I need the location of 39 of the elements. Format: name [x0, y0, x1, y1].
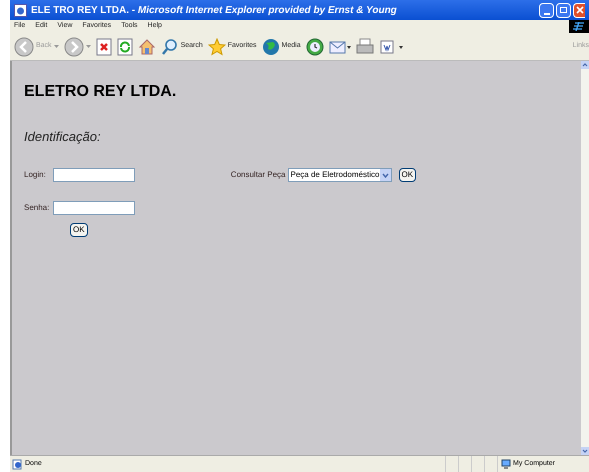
query-ok-button[interactable]: OK [398, 168, 416, 182]
scroll-up-icon[interactable] [581, 61, 589, 69]
stop-button[interactable] [96, 38, 112, 56]
print-button[interactable] [356, 38, 374, 56]
printer-icon [356, 38, 374, 56]
stop-icon [96, 38, 112, 56]
document-icon [378, 38, 405, 56]
search-icon [160, 38, 179, 56]
minimize-button[interactable] [539, 2, 554, 18]
login-ok-button[interactable]: OK [70, 222, 88, 236]
history-button[interactable] [306, 38, 324, 56]
password-field[interactable] [53, 200, 136, 214]
section-heading: Identificação: [24, 128, 102, 146]
query-label: Consultar Peça [230, 168, 286, 180]
password-label: Senha: [24, 202, 50, 214]
login-label: Login: [24, 168, 46, 180]
brand-logo [569, 20, 589, 33]
edit-button[interactable] [378, 38, 405, 56]
page-icon [12, 458, 23, 470]
computer-icon [501, 458, 511, 470]
close-button[interactable] [573, 2, 585, 18]
caret-icon [54, 45, 59, 48]
close-icon [576, 6, 584, 14]
scroll-down-icon[interactable] [581, 447, 589, 455]
login-field[interactable] [52, 168, 135, 182]
browser-icon [14, 4, 27, 16]
home-icon [138, 38, 156, 56]
caret-icon [86, 45, 91, 48]
part-dropdown[interactable]: Peça de Eletrodoméstico [288, 168, 392, 182]
home-button[interactable] [138, 38, 156, 56]
window-title: ELE TRO REY LTDA. - Microsoft Internet Explorer provided by Ernst & Young [31, 4, 398, 18]
history-icon [306, 38, 324, 56]
globe-icon [262, 38, 280, 56]
scrollbar[interactable] [581, 61, 589, 455]
star-icon [208, 38, 226, 56]
restore-button[interactable] [556, 2, 571, 18]
refresh-button[interactable] [116, 38, 133, 56]
page-heading: ELETRO REY LTDA. [24, 82, 178, 102]
refresh-icon [116, 38, 133, 56]
